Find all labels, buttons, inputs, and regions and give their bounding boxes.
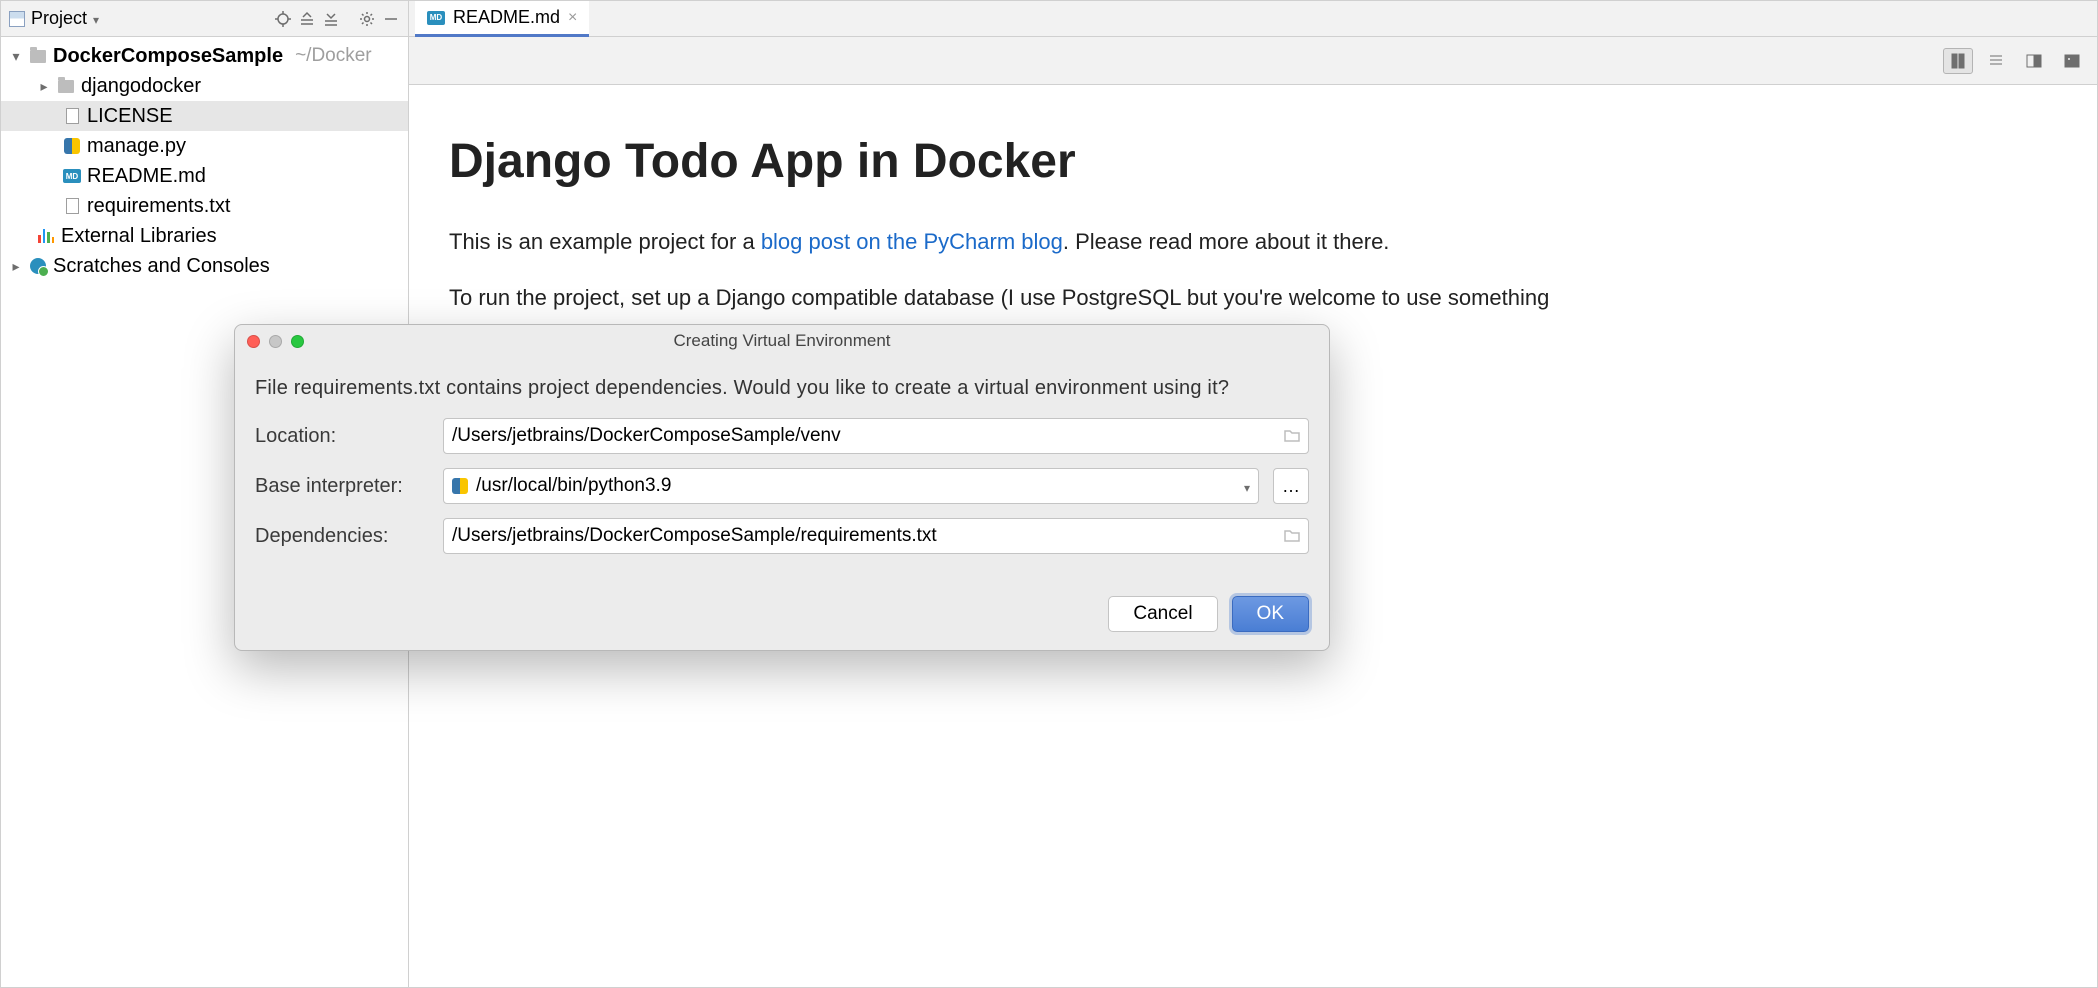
dialog-message: File requirements.txt contains project d… xyxy=(255,377,1309,400)
location-field[interactable] xyxy=(443,418,1309,454)
tree-root-label: DockerComposeSample xyxy=(53,45,283,68)
tree-file-license[interactable]: LICENSE xyxy=(1,101,408,131)
tree-item-label: manage.py xyxy=(87,135,186,158)
tree-item-label: README.md xyxy=(87,165,206,188)
tree-scratches[interactable]: ▸ Scratches and Consoles xyxy=(1,251,408,281)
dialog-title: Creating Virtual Environment xyxy=(235,331,1329,351)
chevron-right-icon[interactable]: ▸ xyxy=(37,78,51,95)
folder-icon xyxy=(57,77,75,95)
close-window-icon[interactable] xyxy=(247,335,260,348)
tree-file-readme[interactable]: MD README.md xyxy=(1,161,408,191)
locate-icon[interactable] xyxy=(274,10,292,28)
base-interpreter-select[interactable] xyxy=(443,468,1259,504)
minimize-window-icon[interactable] xyxy=(269,335,282,348)
scroll-sync-icon[interactable] xyxy=(1943,48,1973,74)
tree-root[interactable]: ▾ DockerComposeSample ~/Docker xyxy=(1,41,408,71)
project-view-selector[interactable]: Project xyxy=(9,8,136,29)
location-row: Location: xyxy=(255,418,1309,454)
project-view-label: Project xyxy=(31,8,87,29)
zoom-window-icon[interactable] xyxy=(291,335,304,348)
markdown-icon: MD xyxy=(63,167,81,185)
preview-only-icon[interactable] xyxy=(2057,48,2087,74)
ok-button[interactable]: OK xyxy=(1232,596,1309,632)
preview-paragraph: To run the project, set up a Django comp… xyxy=(449,281,2057,315)
window-controls xyxy=(247,335,304,348)
tree-root-path: ~/Docker xyxy=(295,45,372,67)
minimize-icon[interactable] xyxy=(382,10,400,28)
preview-paragraph: This is an example project for a blog po… xyxy=(449,225,2057,259)
folder-icon[interactable] xyxy=(1284,526,1300,547)
dependencies-row: Dependencies: xyxy=(255,518,1309,554)
tree-file-requirements[interactable]: requirements.txt xyxy=(1,191,408,221)
chevron-down-icon[interactable] xyxy=(1244,476,1250,497)
collapse-all-icon[interactable] xyxy=(322,10,340,28)
tree-item-label: djangodocker xyxy=(81,75,201,98)
preview-toolbar xyxy=(409,37,2097,85)
base-interpreter-label: Base interpreter: xyxy=(255,475,429,498)
folder-icon xyxy=(29,47,47,65)
dialog-buttons: Cancel OK xyxy=(235,568,1329,632)
dialog-title-bar[interactable]: Creating Virtual Environment xyxy=(235,325,1329,357)
file-icon xyxy=(63,197,81,215)
markdown-icon: MD xyxy=(427,11,445,25)
tree-folder-djangodocker[interactable]: ▸ djangodocker xyxy=(1,71,408,101)
tree-external-libraries[interactable]: External Libraries xyxy=(1,221,408,251)
create-venv-dialog: Creating Virtual Environment File requir… xyxy=(234,324,1330,651)
project-toolwindow-header: Project xyxy=(1,1,409,36)
preview-link[interactable]: blog post on the PyCharm blog xyxy=(761,229,1063,254)
chevron-right-icon[interactable]: ▸ xyxy=(9,258,23,275)
close-icon[interactable]: × xyxy=(568,9,577,27)
dependencies-label: Dependencies: xyxy=(255,525,429,548)
cancel-button[interactable]: Cancel xyxy=(1108,596,1217,632)
top-bar: Project MD README.md × xyxy=(1,1,2097,37)
tree-item-label: External Libraries xyxy=(61,225,217,248)
project-icon xyxy=(9,11,25,27)
tree-item-label: LICENSE xyxy=(87,105,173,128)
chevron-down-icon xyxy=(93,8,99,29)
file-icon xyxy=(63,107,81,125)
chevron-down-icon[interactable]: ▾ xyxy=(9,48,23,65)
expand-all-icon[interactable] xyxy=(298,10,316,28)
python-icon xyxy=(452,478,468,494)
libraries-icon xyxy=(37,227,55,245)
tree-file-manage[interactable]: manage.py xyxy=(1,131,408,161)
scratches-icon xyxy=(29,257,47,275)
tab-label: README.md xyxy=(453,7,560,28)
editor-only-icon[interactable] xyxy=(1981,48,2011,74)
tree-item-label: requirements.txt xyxy=(87,195,230,218)
tab-readme[interactable]: MD README.md × xyxy=(415,1,589,37)
editor-tabs: MD README.md × xyxy=(409,1,2097,36)
dependencies-field[interactable] xyxy=(443,518,1309,554)
location-label: Location: xyxy=(255,425,429,448)
dialog-body: File requirements.txt contains project d… xyxy=(235,357,1329,554)
base-interpreter-row: Base interpreter: … xyxy=(255,468,1309,504)
gear-icon[interactable] xyxy=(358,10,376,28)
python-icon xyxy=(63,137,81,155)
base-interpreter-input[interactable] xyxy=(476,475,1236,497)
dependencies-input[interactable] xyxy=(452,525,1276,547)
split-view-icon[interactable] xyxy=(2019,48,2049,74)
markdown-preview: Django Todo App in Docker This is an exa… xyxy=(409,85,2097,356)
tree-item-label: Scratches and Consoles xyxy=(53,255,270,278)
browse-interpreter-button[interactable]: … xyxy=(1273,468,1309,504)
folder-icon[interactable] xyxy=(1284,426,1300,447)
preview-heading: Django Todo App in Docker xyxy=(449,125,2057,199)
location-input[interactable] xyxy=(452,425,1276,447)
